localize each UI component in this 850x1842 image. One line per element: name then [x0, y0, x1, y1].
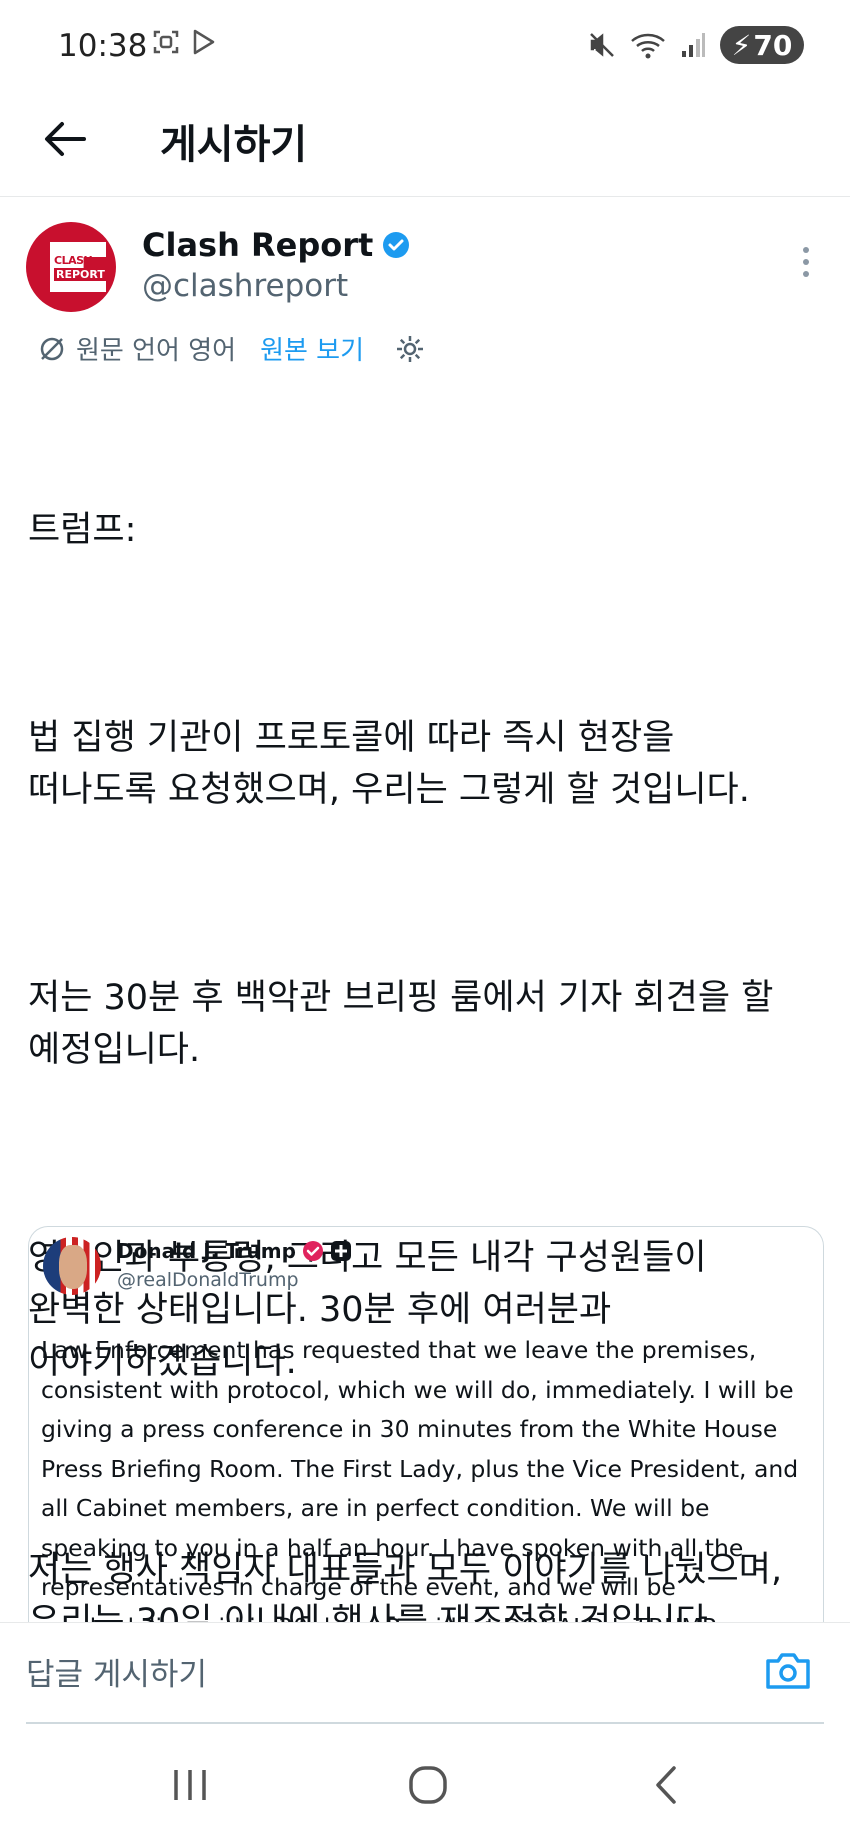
back-arrow-icon[interactable]: [40, 114, 90, 164]
quoted-author-avatar: [43, 1237, 101, 1295]
mute-icon: [590, 33, 614, 57]
wifi-icon: [631, 33, 665, 59]
back-nav-icon[interactable]: [638, 1760, 698, 1810]
avatar-logo-text-top: CLASH: [54, 254, 93, 267]
camera-icon[interactable]: [764, 1649, 812, 1693]
signal-icon: [682, 33, 705, 57]
reply-input[interactable]: 답글 게시하기: [26, 1649, 207, 1694]
screenshot-icon: [153, 30, 179, 54]
affiliate-badge-icon: [330, 1241, 351, 1261]
verified-badge-icon: [383, 232, 410, 258]
avatar-logo-text-bottom: REPORT: [54, 268, 107, 281]
page-title: 게시하기: [160, 122, 308, 168]
tweet-paragraph: 법 집행 기관이 프로토콜에 따라 즉시 현장을 떠나도록 요청했으며, 우리는…: [28, 718, 750, 810]
charging-icon: ⚡: [731, 28, 752, 62]
author-avatar[interactable]: CLASH REPORT: [26, 222, 116, 312]
top-app-bar: 게시하기: [0, 92, 850, 197]
translate-icon: [40, 337, 64, 360]
show-original-link[interactable]: 원본 보기: [260, 330, 364, 367]
recent-apps-icon[interactable]: [160, 1760, 220, 1810]
battery-level: 70: [753, 28, 793, 62]
quoted-author-name: Donald J. Trump: [117, 1239, 296, 1263]
author-name[interactable]: Clash Report: [142, 226, 373, 264]
tweet-paragraph: 저는 30분 후 백악관 브리핑 룸에서 기자 회견을 할 예정입니다.: [28, 978, 774, 1070]
reply-composer-bar: 답글 게시하기: [0, 1622, 850, 1725]
status-notification-icons: [152, 28, 218, 56]
home-icon[interactable]: [398, 1760, 458, 1810]
translation-note: 원문 언어 영어: [76, 336, 237, 366]
system-navigation-bar: [0, 1724, 850, 1842]
play-store-icon: [193, 29, 215, 55]
quoted-avatar-face: [59, 1245, 87, 1289]
author-name-row[interactable]: Clash Report: [142, 226, 411, 264]
quoted-author-name-row: Donald J. Trump: [117, 1239, 352, 1263]
status-bar: 10:38 ⚡ 70: [0, 0, 850, 92]
avatar-logo-shape: [50, 242, 106, 292]
settings-gear-icon[interactable]: [394, 333, 426, 365]
author-handle[interactable]: @clashreport: [142, 268, 348, 304]
verified-badge-icon: [302, 1241, 323, 1261]
status-time: 10:38: [58, 28, 148, 64]
tweet-paragraph: 트럼프:: [28, 510, 137, 550]
quoted-post-text: Law Enforcement has requested that we le…: [41, 1336, 799, 1641]
more-options-icon[interactable]: [796, 242, 816, 282]
translation-row: 원문 언어 영어 원본 보기: [38, 330, 426, 367]
quoted-author-handle: @realDonaldTrump: [117, 1269, 299, 1291]
quoted-post-card[interactable]: Donald J. Trump @realDonaldTrump Law Enf…: [28, 1226, 824, 1647]
battery-indicator: ⚡ 70: [720, 26, 804, 64]
